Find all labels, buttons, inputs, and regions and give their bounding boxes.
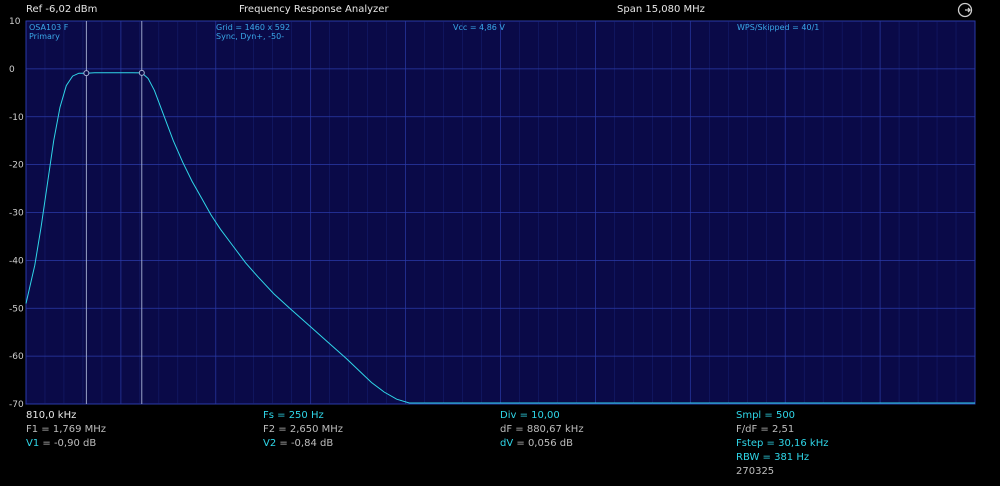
fdf-readout: F/dF = 2,51 xyxy=(736,424,795,435)
v1-label: V1 xyxy=(26,438,40,449)
rbw-readout: RBW = 381 Hz xyxy=(736,452,810,463)
y-tick-label: -60 xyxy=(9,352,24,362)
start-frequency: 810,0 kHz xyxy=(26,410,77,421)
div-readout: Div = 10,00 xyxy=(500,410,560,421)
fstep-readout: Fstep = 30,16 kHz xyxy=(736,438,829,449)
y-axis-ticks: 10 0 -10 -20 -30 -40 -50 -60 -70 xyxy=(9,17,24,410)
vcc-readout: Vcc = 4,86 V xyxy=(453,23,505,32)
y-tick-label: -10 xyxy=(9,113,24,123)
v2-readout: V2 = -0,84 dB xyxy=(263,438,333,449)
marker-point-f2 xyxy=(138,69,145,76)
y-tick-label: -50 xyxy=(9,304,24,314)
dv-value: = 0,056 dB xyxy=(513,438,573,449)
y-tick-label: -70 xyxy=(9,400,24,410)
sync-info: Sync, Dyn+, -50- xyxy=(216,32,284,41)
y-tick-label: 0 xyxy=(9,65,15,75)
v2-value: = -0,84 dB xyxy=(276,438,334,449)
df-readout: dF = 880,67 kHz xyxy=(500,424,584,435)
f1-readout: F1 = 1,769 MHz xyxy=(26,424,107,435)
date-stamp: 270325 xyxy=(736,466,775,477)
fs-readout: Fs = 250 Hz xyxy=(263,410,324,421)
mode-label: Primary xyxy=(29,32,60,41)
wps-readout: WPS/Skipped = 40/1 xyxy=(737,23,819,32)
marker-point-f1 xyxy=(83,70,90,77)
dv-readout: dV = 0,056 dB xyxy=(500,438,573,449)
f2-readout: F2 = 2,650 MHz xyxy=(263,424,344,435)
v2-label: V2 xyxy=(263,438,277,449)
grid-info: Grid = 1460 x 592 xyxy=(216,23,290,32)
smpl-readout: Smpl = 500 xyxy=(736,410,796,421)
y-tick-label: -40 xyxy=(9,256,24,266)
device-label: OSA103 F xyxy=(29,23,69,32)
y-tick-label: -30 xyxy=(9,209,24,219)
v1-readout: V1 = -0,90 dB xyxy=(26,438,96,449)
dv-label: dV xyxy=(500,438,514,449)
v1-value: = -0,90 dB xyxy=(39,438,97,449)
y-tick-label: -20 xyxy=(9,161,24,171)
y-tick-label: 10 xyxy=(9,17,21,27)
